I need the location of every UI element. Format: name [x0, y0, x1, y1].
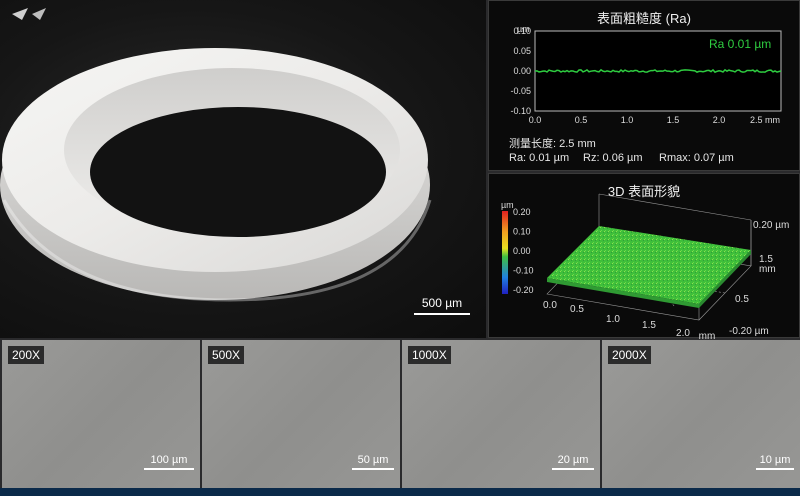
x-tick-label: 2.0: [676, 328, 690, 339]
y-tick-label: mm: [759, 264, 776, 275]
colorbar-tick: 0.00: [513, 246, 531, 256]
sem-tile-2: 500X 50 µm: [202, 340, 400, 496]
sem-tile-3: 1000X 20 µm: [402, 340, 600, 496]
measure-length: 测量长度: 2.5 mm: [509, 138, 596, 150]
sem-scale-label: 100 µm: [150, 454, 188, 466]
x-tick-label: 1.5: [642, 320, 656, 331]
magnification-label: 500X: [208, 346, 245, 364]
rmax-value: Rmax: 0.07 µm: [659, 152, 734, 164]
sem-scale-label: 20 µm: [557, 454, 589, 466]
colorbar-tick: -0.20: [513, 285, 534, 295]
z-bottom-label: -0.20 µm: [729, 326, 769, 337]
x-tick-label: 1.0: [606, 314, 620, 325]
colorbar-tick: 0.20: [513, 207, 531, 217]
x-tick-label: 0.5: [570, 304, 584, 315]
colorbar: [502, 211, 508, 294]
magnification-label: 200X: [8, 346, 45, 364]
topography-chart: µm 0.20 0.10 0.00 -0.10 -0.20 0.20 µm -0.20 …: [501, 193, 789, 339]
sem-scale-bar: 20 µm: [552, 454, 594, 470]
sem-scale-label: 50 µm: [357, 454, 389, 466]
product-photo: 500 µm: [0, 0, 486, 338]
sem-scale-bar: 50 µm: [352, 454, 394, 470]
x-first-tick: 0.0: [543, 300, 557, 311]
sem-scale-bar: 100 µm: [144, 454, 194, 470]
sem-scale-bar: 10 µm: [756, 454, 794, 470]
sem-tile-4: 2000X 10 µm: [602, 340, 800, 496]
ra-value: Ra: 0.01 µm: [509, 152, 570, 164]
topography-panel: 3D 表面形貌 µm 0.20 0.10 0.00 -0.10 -0.20 0.…: [488, 173, 800, 339]
magnification-label: 1000X: [408, 346, 451, 364]
y-tick-label: 0.5: [735, 294, 749, 305]
x-tick-label: 0.5: [575, 115, 588, 125]
magnification-label: 2000X: [608, 346, 651, 364]
x-tick-label: mm: [699, 331, 716, 339]
x-tick-label: 2.0: [713, 115, 726, 125]
x-tick-label: 1.0: [621, 115, 634, 125]
sem-scale-label: 10 µm: [759, 454, 791, 466]
scale-label: 500 µm: [421, 296, 463, 310]
y-tick-label: 0.00: [513, 66, 531, 76]
x-tick-label: 1.5: [667, 115, 680, 125]
colorbar-tick: -0.10: [513, 266, 534, 276]
colorbar-unit: µm: [501, 200, 514, 210]
bottom-strip: [0, 488, 800, 496]
colorbar-tick: 0.10: [513, 227, 531, 237]
scale-bar: 500 µm: [414, 296, 470, 315]
logo-mark: [12, 8, 28, 20]
y-tick-label: 0.05: [513, 46, 531, 56]
roughness-panel: 表面粗糙度 (Ra) µm 0.10 0.05 0.00 -0.05 -0.10 0.0…: [488, 0, 800, 171]
x-tick-label: 0.0: [529, 115, 542, 125]
y-tick-label: 0.10: [513, 26, 531, 36]
ra-badge: Ra 0.01 µm: [709, 37, 771, 51]
y-tick-label: -0.05: [510, 86, 531, 96]
ceramic-ring-image: [0, 8, 432, 302]
sem-tile-1: 200X 100 µm: [2, 340, 200, 496]
rz-value: Rz: 0.06 µm: [583, 152, 643, 164]
z-top-label: 0.20 µm: [753, 220, 789, 231]
x-tick-label: 2.5 mm: [750, 115, 780, 125]
